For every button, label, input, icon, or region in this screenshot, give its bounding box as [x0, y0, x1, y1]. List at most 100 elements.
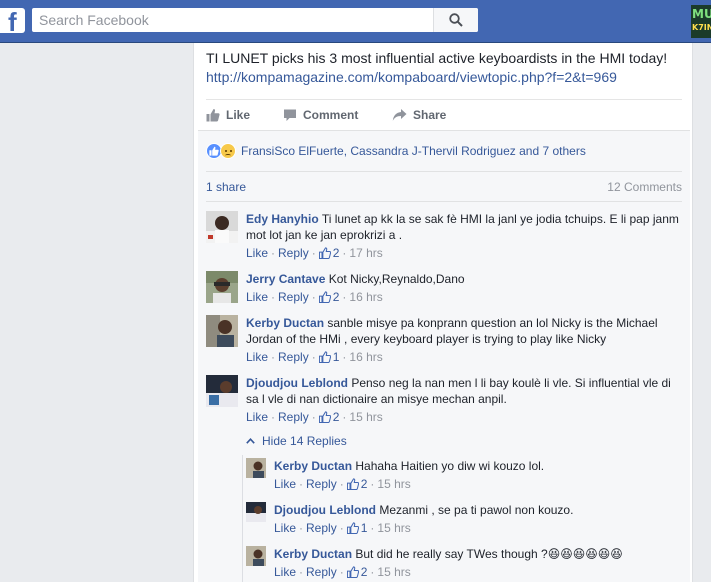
comment-author[interactable]: Kerby Ductan [246, 316, 324, 330]
thumbs-up-icon [346, 566, 359, 578]
comment-meta: Like · Reply · 2 · 15 hrs [246, 410, 383, 424]
post-action-bar: Like Comment Share [206, 100, 682, 130]
reply-like-link[interactable]: Like [274, 565, 296, 579]
thumbs-up-icon [318, 411, 331, 423]
search-input[interactable] [32, 8, 432, 32]
reply-like-link[interactable]: Like [274, 521, 296, 535]
post-link[interactable]: http://kompamagazine.com/kompaboard/view… [206, 68, 617, 87]
hide-replies-link[interactable]: Hide 14 Replies [246, 434, 347, 448]
comment-body: Djoudjou Leblond Penso neg la nan men l … [246, 375, 682, 407]
thumbs-up-icon [318, 291, 331, 303]
thumbs-up-icon [346, 478, 359, 490]
shares-link[interactable]: 1 share [206, 180, 246, 194]
comment-like-count[interactable]: 2 [333, 246, 340, 260]
comment-button[interactable]: Comment [283, 100, 358, 130]
reply-author[interactable]: Kerby Ductan [274, 459, 352, 473]
comment-label: Comment [303, 108, 359, 122]
reply-like-link[interactable]: Like [274, 477, 296, 491]
comment-meta: Like · Reply · 1 · 16 hrs [246, 350, 383, 364]
like-button[interactable]: Like [206, 100, 250, 130]
reply-like-count[interactable]: 2 [361, 477, 368, 491]
reply-timestamp[interactable]: 15 hrs [377, 477, 410, 491]
comment-author[interactable]: Djoudjou Leblond [246, 376, 348, 390]
comment-reply-link[interactable]: Reply [278, 290, 309, 304]
comment-author[interactable]: Jerry Cantave [246, 272, 325, 286]
comment-reply-link[interactable]: Reply [278, 246, 309, 260]
hide-replies-label: Hide 14 Replies [262, 434, 347, 448]
reply-author[interactable]: Djoudjou Leblond [274, 503, 376, 517]
comment-like-link[interactable]: Like [246, 350, 268, 364]
thumbs-up-icon [206, 109, 220, 122]
avatar[interactable] [246, 502, 266, 522]
avatar[interactable] [206, 315, 238, 347]
avatar[interactable] [206, 211, 238, 243]
comment-body: Edy Hanyhio Ti lunet ap kk la se sak fè … [246, 211, 682, 243]
comment-like-link[interactable]: Like [246, 290, 268, 304]
share-button[interactable]: Share [392, 100, 446, 130]
comment-like-link[interactable]: Like [246, 246, 268, 260]
thumbs-up-icon [346, 522, 359, 534]
comment-like-count[interactable]: 1 [333, 350, 340, 364]
comment-like-count[interactable]: 2 [333, 410, 340, 424]
reply-body: Kerby Ductan Hahaha Haitien yo diw wi ko… [274, 458, 682, 474]
comments-section: FransiSco ElFuerte, Cassandra J-Thervil … [198, 130, 690, 582]
avatar[interactable] [206, 271, 238, 303]
corner-badge-image[interactable]: MU K7INF [691, 5, 711, 38]
comment-body: Kerby Ductan sanble misye pa konprann qu… [246, 315, 682, 347]
like-label: Like [226, 108, 251, 122]
reply-reply-link[interactable]: Reply [306, 565, 337, 579]
thumbs-up-icon [318, 247, 331, 259]
comment-timestamp[interactable]: 16 hrs [349, 290, 382, 304]
facebook-logo-letter: f [8, 8, 17, 33]
search-icon [449, 13, 463, 27]
corner-badge-text-1: MU [692, 7, 711, 21]
comment-reply-link[interactable]: Reply [278, 410, 309, 424]
reply-body: Kerby Ductan But did he really say TWes … [274, 546, 682, 562]
comment-count-link[interactable]: 12 Comments [607, 180, 682, 194]
reply-text: But did he really say TWes though ?😆😆😆😆😆… [355, 547, 623, 561]
reply-reply-link[interactable]: Reply [306, 477, 337, 491]
reply-body: Djoudjou Leblond Mezanmi , se pa ti pawo… [274, 502, 682, 518]
thumbs-up-icon [318, 351, 331, 363]
comment-icon [284, 109, 296, 121]
reply-text: Hahaha Haitien yo diw wi kouzo lol. [355, 459, 545, 473]
divider [206, 201, 682, 202]
comment-like-link[interactable]: Like [246, 410, 268, 424]
reply-reply-link[interactable]: Reply [306, 521, 337, 535]
post-text: TI LUNET picks his 3 most influential ac… [206, 50, 668, 66]
chevron-up-icon [246, 438, 255, 444]
reply-author[interactable]: Kerby Ductan [274, 547, 352, 561]
comment-meta: Like · Reply · 2 · 17 hrs [246, 246, 383, 260]
corner-badge-text-2: K7INF [692, 23, 711, 32]
comment-timestamp[interactable]: 17 hrs [349, 246, 382, 260]
reply-meta: Like · Reply · 2 · 15 hrs [274, 477, 411, 491]
facebook-logo[interactable]: f [0, 8, 25, 33]
comment-timestamp[interactable]: 15 hrs [349, 410, 382, 424]
comment-meta: Like · Reply · 2 · 16 hrs [246, 290, 383, 304]
comment-body: Jerry Cantave Kot Nicky,Reynaldo,Dano [246, 271, 682, 287]
comment-reply-link[interactable]: Reply [278, 350, 309, 364]
comment-author[interactable]: Edy Hanyhio [246, 212, 319, 226]
search-button[interactable] [433, 8, 478, 32]
replies-thread-line [242, 455, 243, 582]
avatar[interactable] [206, 375, 238, 407]
sad-reaction-icon [220, 143, 236, 159]
reply-meta: Like · Reply · 2 · 15 hrs [274, 565, 411, 579]
avatar[interactable] [246, 546, 266, 566]
comment-text: Kot Nicky,Reynaldo,Dano [328, 272, 465, 286]
search-box [32, 8, 478, 32]
reaction-names[interactable]: FransiSco ElFuerte, Cassandra J-Thervil … [241, 144, 586, 158]
reply-like-count[interactable]: 2 [361, 565, 368, 579]
reply-meta: Like · Reply · 1 · 15 hrs [274, 521, 411, 535]
divider [206, 171, 682, 172]
post-card: TI LUNET picks his 3 most influential ac… [193, 43, 693, 582]
reply-timestamp[interactable]: 15 hrs [377, 565, 410, 579]
reply-like-count[interactable]: 1 [361, 521, 368, 535]
share-label: Share [413, 108, 447, 122]
top-bar: f MU K7INF [0, 0, 711, 43]
comment-like-count[interactable]: 2 [333, 290, 340, 304]
reactions-summary[interactable]: FransiSco ElFuerte, Cassandra J-Thervil … [206, 141, 586, 161]
comment-timestamp[interactable]: 16 hrs [349, 350, 382, 364]
avatar[interactable] [246, 458, 266, 478]
reply-timestamp[interactable]: 15 hrs [377, 521, 410, 535]
